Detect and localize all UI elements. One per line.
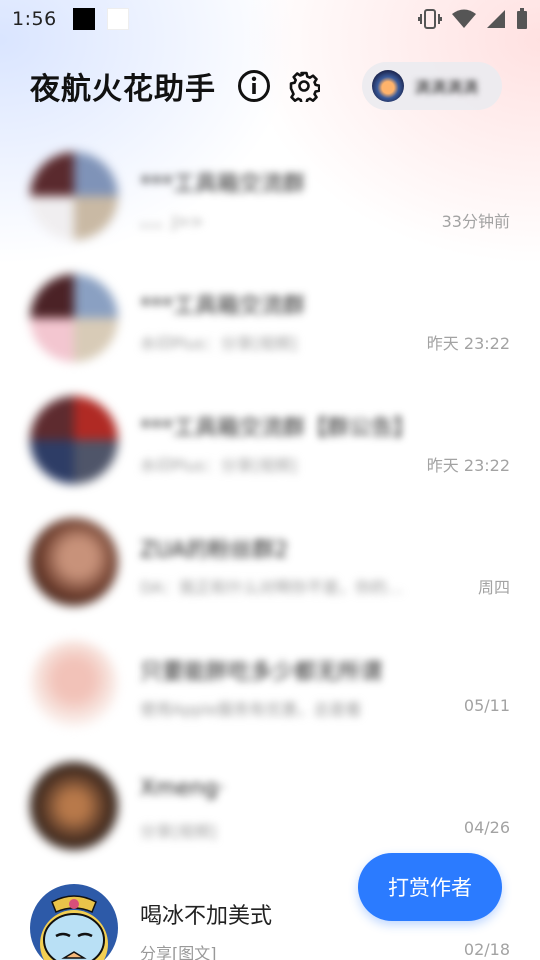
info-icon[interactable] <box>236 68 272 104</box>
chat-list-item[interactable]: ZUA的粉丝群2 DA：我正和什么对啊你不是，你的… 周四 <box>0 506 540 628</box>
chat-preview: DA：我正和什么对啊你不是，你的… <box>140 578 403 597</box>
chat-avatar <box>30 640 118 728</box>
group-avatar <box>30 274 118 362</box>
chat-list-item[interactable]: ***工具箱交流群【群公告】 水印Plus：分享[视频] 昨天 23:22 <box>0 384 540 506</box>
group-avatar <box>30 152 118 240</box>
chat-name: 只要能胖吃多少都无所谓 <box>140 660 383 685</box>
wifi-icon <box>452 9 476 29</box>
user-name: 满满满满 <box>414 78 479 97</box>
chat-time: 04/26 <box>463 818 510 837</box>
chat-preview: 分享[视频] <box>140 822 217 841</box>
chat-preview: 使用Apple服务有优惠，总是看 <box>140 700 362 719</box>
chat-preview: 分享[图文] <box>140 944 217 960</box>
app-title: 夜航火花助手 <box>30 72 216 107</box>
battery-icon <box>516 8 528 30</box>
chat-preview: 水印Plus：分享[视频] <box>140 456 298 475</box>
tip-author-button[interactable]: 打赏作者 <box>358 853 502 921</box>
notification-icon <box>106 8 129 30</box>
chat-name: ***工具箱交流群 <box>140 294 306 319</box>
chat-list-item[interactable]: ***工具箱交流群 。。。J>> 33分钟前 <box>0 140 540 262</box>
chat-preview: 。。。J>> <box>140 212 204 231</box>
chat-list-item[interactable]: ***工具箱交流群 水印Plus：分享[视频] 昨天 23:22 <box>0 262 540 384</box>
chat-time: 周四 <box>477 578 510 597</box>
signal-icon <box>486 9 506 29</box>
chat-list: ***工具箱交流群 。。。J>> 33分钟前 ***工具箱交流群 水印Plus：… <box>0 140 540 960</box>
chat-avatar <box>30 518 118 606</box>
chat-name: ***工具箱交流群【群公告】 <box>140 416 416 441</box>
chat-name: 喝冰不加美式 <box>140 904 273 929</box>
chat-avatar <box>30 884 118 960</box>
chat-name: ZUA的粉丝群2 <box>140 538 289 563</box>
status-time: 1:56 <box>12 8 57 30</box>
gear-icon[interactable] <box>286 68 322 104</box>
user-profile-pill[interactable]: 满满满满 <box>362 62 502 110</box>
chat-preview: 水印Plus：分享[视频] <box>140 334 298 353</box>
chat-time: 昨天 23:22 <box>426 334 510 353</box>
chat-time: 33分钟前 <box>441 212 510 231</box>
chat-time: 05/11 <box>463 696 510 715</box>
notification-icon <box>72 8 95 30</box>
chat-time: 02/18 <box>463 940 510 959</box>
chat-time: 昨天 23:22 <box>426 456 510 475</box>
group-avatar <box>30 396 118 484</box>
user-avatar <box>372 70 404 102</box>
chat-name: ***工具箱交流群 <box>140 172 306 197</box>
chat-list-item[interactable]: 只要能胖吃多少都无所谓 使用Apple服务有优惠，总是看 05/11 <box>0 628 540 750</box>
chat-avatar <box>30 762 118 850</box>
status-bar: 1:56 <box>0 0 540 38</box>
vibrate-icon <box>418 8 442 30</box>
app-header: 夜航火花助手 满满满满 <box>0 56 540 116</box>
chat-name: Xmeng· <box>140 776 225 801</box>
